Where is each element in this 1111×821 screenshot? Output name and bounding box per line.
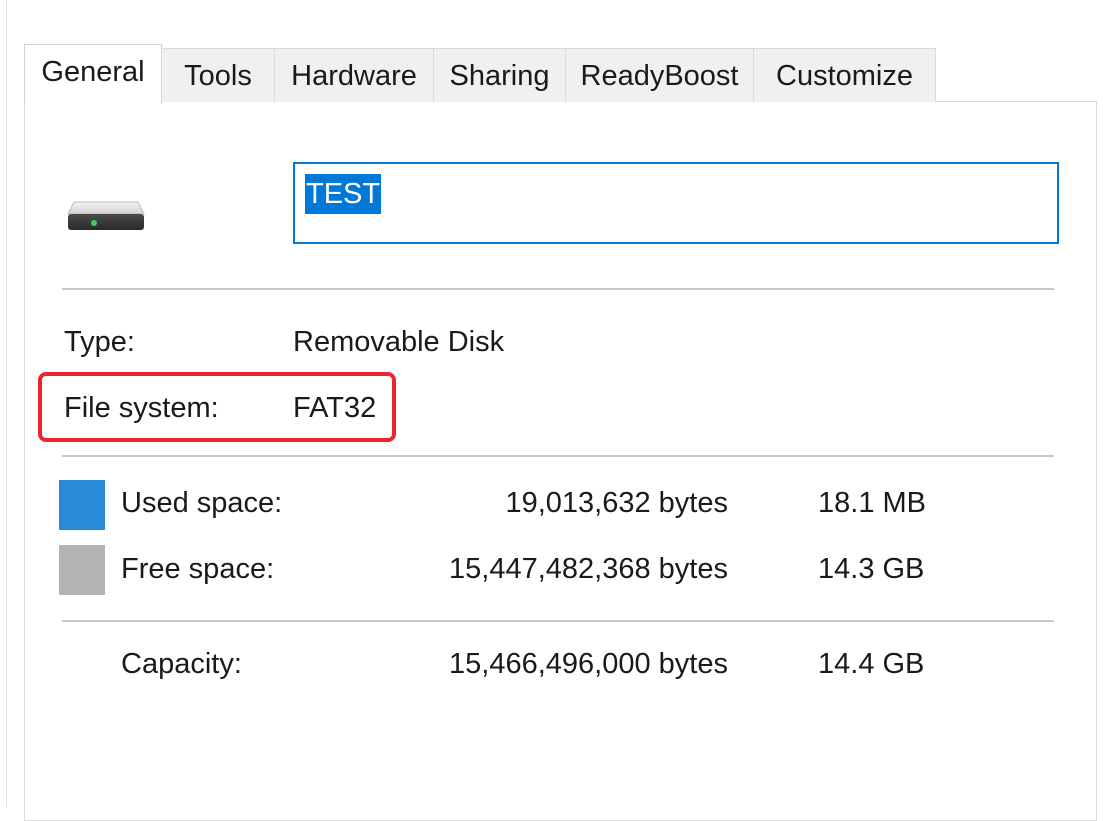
divider-top <box>62 288 1054 290</box>
used-space-swatch <box>59 480 105 530</box>
used-space-bytes: 19,013,632 bytes <box>505 487 728 519</box>
annotation-highlight-box <box>38 372 396 442</box>
removable-drive-icon <box>66 196 146 236</box>
tab-sharing[interactable]: Sharing <box>433 48 566 102</box>
free-space-label: Free space: <box>121 553 275 585</box>
capacity-size: 14.4 GB <box>818 648 925 680</box>
divider-middle <box>62 455 1054 457</box>
tab-hardware[interactable]: Hardware <box>274 48 434 102</box>
divider-bottom <box>62 620 1054 622</box>
free-space-size: 14.3 GB <box>818 553 925 585</box>
free-space-swatch <box>59 545 105 595</box>
tab-strip: General Tools Hardware Sharing ReadyBoos… <box>24 44 936 104</box>
tab-tools[interactable]: Tools <box>161 48 275 102</box>
volume-name-selection: TEST <box>305 174 382 214</box>
used-space-size: 18.1 MB <box>818 487 926 519</box>
tab-readyboost[interactable]: ReadyBoost <box>565 48 754 102</box>
capacity-label: Capacity: <box>121 648 242 680</box>
type-value: Removable Disk <box>293 326 505 358</box>
capacity-bytes: 15,466,496,000 bytes <box>449 648 728 680</box>
tab-general[interactable]: General <box>24 44 162 104</box>
type-label: Type: <box>64 326 135 358</box>
volume-name-input[interactable]: TEST <box>293 162 1059 244</box>
tab-customize[interactable]: Customize <box>753 48 936 102</box>
free-space-bytes: 15,447,482,368 bytes <box>449 553 728 585</box>
window-edge <box>6 0 7 807</box>
used-space-label: Used space: <box>121 487 283 519</box>
